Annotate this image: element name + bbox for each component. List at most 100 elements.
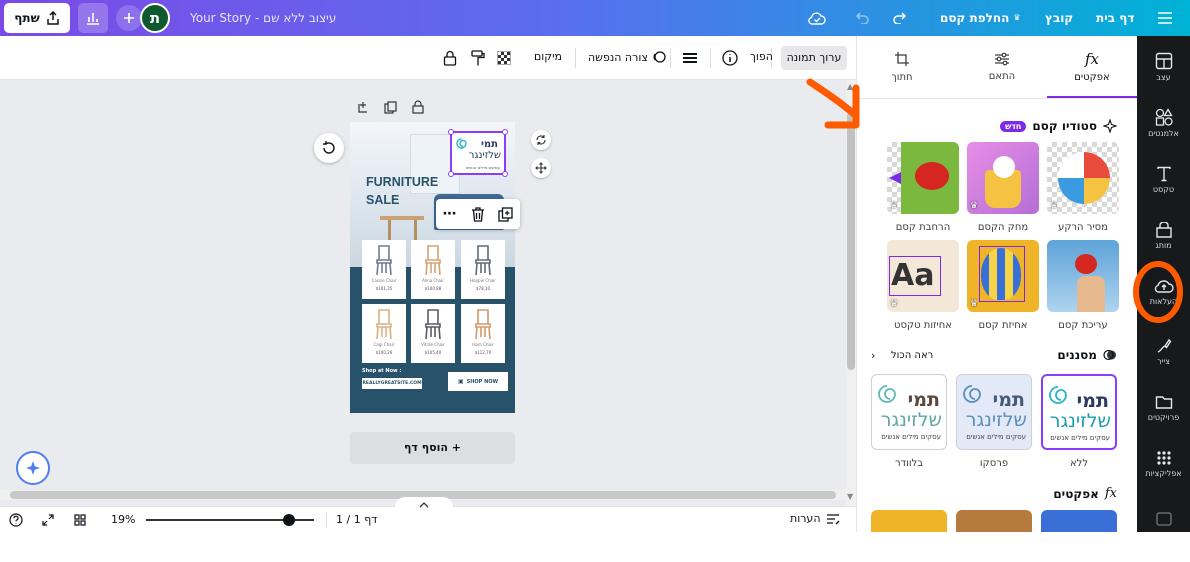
product-price: $105,40 [424,350,442,355]
selection-handle[interactable] [448,129,454,135]
menu-magic-switch[interactable]: ♛ החלפת קסם [940,0,1021,36]
animate-button[interactable]: צורה הנפשה [588,50,666,64]
chair-icon [425,309,441,340]
logo-swirl-icon [963,385,981,403]
rail-label: מותג [1155,241,1172,250]
chair-icon [475,245,491,276]
logo-text: שלזינגר [1049,410,1111,432]
rotate-icon [323,141,335,154]
flip-button[interactable]: הפוך [750,50,773,63]
position-button[interactable]: מיקום [534,50,562,63]
magic-assistant-button[interactable] [16,451,50,485]
add-page-button[interactable]: + הוסף דף [350,432,515,464]
scroll-arrow-down-icon[interactable]: ▼ [847,492,853,501]
tab-effects[interactable]: fx אפקטים [1047,36,1137,98]
product-price: $101,35 [375,286,393,291]
tool-magic-expand[interactable]: ♛ [887,142,959,214]
annotation-circle [1133,261,1183,323]
annotation-arrow [806,78,860,129]
shop-now-button: ▣ SHOP NOW [448,372,508,391]
filter-fresco[interactable]: תמי שלזינגר עסקים מילים אנשים [956,374,1032,450]
menu-file[interactable]: קובץ [1045,0,1073,36]
menu-home[interactable]: דף בית [1096,0,1134,36]
text-icon [1156,166,1171,182]
rail-item-projects[interactable]: פרויקטים [1137,394,1190,444]
notes-button[interactable]: הערות [790,512,840,525]
zoom-slider[interactable] [146,514,314,526]
rail-item-draw[interactable]: צייר [1137,338,1190,388]
undo-icon[interactable] [852,8,872,28]
logo-text: תמי [480,139,498,150]
filter-none[interactable]: תמי שלזינגר עסקים מילים אנשים [1041,374,1117,450]
rail-item-apps[interactable]: אפליקציות [1137,450,1190,500]
edit-image-button[interactable]: ערוך תמונה [781,46,847,70]
crown-icon: ♛ [970,299,979,309]
delete-icon[interactable] [471,206,485,222]
tool-label: עריכת קסם [1058,320,1108,331]
rail-item-elements[interactable]: אלמנטים [1137,108,1190,158]
tool-magic-edit[interactable] [1047,240,1119,312]
rail-item-design[interactable]: עצב [1137,52,1190,102]
transparency-icon[interactable] [494,48,514,68]
cloud-save-icon[interactable] [806,7,828,29]
duplicate-icon[interactable] [498,206,513,222]
more-options-icon[interactable]: ⋯ [443,206,458,222]
border-style-icon[interactable] [680,48,700,68]
grid-view-icon[interactable] [72,512,88,528]
rail-item-text[interactable]: טקסט [1137,166,1190,216]
shop-label: Shop at Now : [362,368,402,374]
filter-belvedere[interactable]: תמי שלזינגר עסקים מילים אנשים [871,374,947,450]
rail-label: עצב [1156,73,1171,82]
filters-header: מסננים [1057,348,1117,362]
tool-magic-grab[interactable]: ♛ [967,240,1039,312]
insights-button[interactable] [78,3,108,33]
tool-text-grab[interactable]: Aa ♛ [887,240,959,312]
website-box: REALLYGREATSITE.COM [362,378,422,389]
selection-handle[interactable] [502,129,508,135]
selection-handle[interactable] [448,171,454,177]
fullscreen-icon[interactable] [40,512,56,528]
paint-roller-icon[interactable] [468,48,488,68]
design-page[interactable]: FURNITURE SALE תמי שלזינגר עסקים מילים א… [350,122,515,413]
tool-magic-eraser[interactable]: ♛ [967,142,1039,214]
product-card: Isom Chair $112,70 [461,304,505,363]
effect-thumb[interactable] [956,510,1032,532]
help-icon[interactable] [8,512,24,528]
share-button[interactable]: שתף [4,3,70,33]
selected-logo[interactable]: תמי שלזינגר עסקים מילים אנשים [448,129,508,177]
rail-item-more[interactable] [1137,512,1190,562]
add-collaborator-button[interactable] [116,5,142,31]
rotate-handle-icon[interactable] [531,130,551,150]
table-shape [380,216,424,220]
page-indicator[interactable]: דף 1 / 1 [336,513,377,526]
logo-text: עסקים מילים אנשים [465,165,500,170]
move-handle-icon[interactable] [531,158,551,178]
logo-text: עסקים מילים אנשים [881,433,941,441]
info-icon[interactable] [720,48,740,68]
see-all-link[interactable]: ראה הכול ‹ [871,349,933,362]
document-title[interactable]: עיצוב ללא שם - Your Story [190,0,336,36]
tab-crop[interactable]: חתוך [857,36,947,98]
collapse-pages-icon[interactable] [395,497,453,513]
tool-bg-remover[interactable]: ♛ [1047,142,1119,214]
avatar[interactable]: ת [140,3,170,33]
effect-thumb[interactable] [1041,510,1117,532]
selection-handle[interactable] [502,171,508,177]
tab-adjust[interactable]: התאם [957,36,1047,98]
duplicate-page-icon[interactable] [382,99,398,115]
hamburger-menu-icon[interactable] [1155,8,1175,28]
vertical-scrollbar[interactable]: ▲ ▼ [846,80,856,506]
rotate-button[interactable] [314,133,344,163]
scroll-thumb[interactable] [847,112,855,370]
lock-page-icon[interactable] [410,99,426,115]
lock-icon[interactable] [440,48,460,68]
tool-label: אחיזות טקסט [894,320,952,331]
zoom-value[interactable]: 19% [111,513,135,526]
chair-icon [376,309,392,340]
effect-thumb[interactable] [871,510,947,532]
divider [326,512,327,528]
rail-label: אפליקציות [1145,469,1182,478]
zoom-slider-knob[interactable] [282,514,295,526]
redo-icon[interactable] [890,8,910,28]
add-page-icon[interactable] [355,99,371,115]
